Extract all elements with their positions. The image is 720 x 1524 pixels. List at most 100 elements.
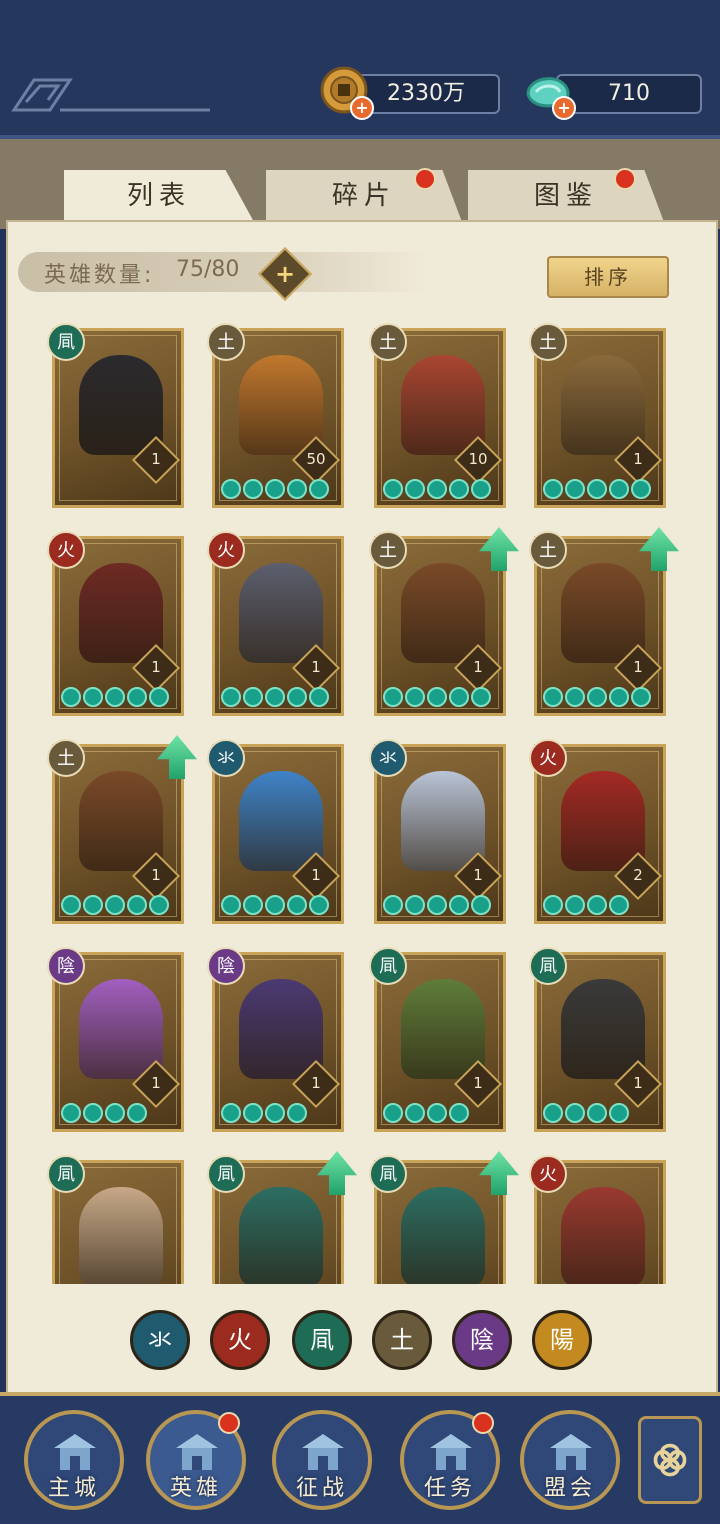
hero-card[interactable]: 凬 xyxy=(47,1155,184,1284)
jade-star-icon xyxy=(587,687,607,707)
jade-star-icon xyxy=(565,1103,585,1123)
add-jade-icon[interactable]: + xyxy=(552,96,576,120)
jade-star-icon xyxy=(287,479,307,499)
jade-star-icon xyxy=(631,687,651,707)
jade-star-icon xyxy=(61,895,81,915)
jade-star-icon xyxy=(427,895,447,915)
hero-card[interactable]: 土1 xyxy=(529,527,679,716)
more-menu-button[interactable] xyxy=(638,1416,702,1504)
nav-hero[interactable]: 英雄 xyxy=(146,1410,246,1510)
jade-star-icon xyxy=(287,687,307,707)
level-badge: 1 xyxy=(131,1059,181,1109)
jade-star-icon xyxy=(309,687,329,707)
hero-card[interactable]: 土1 xyxy=(369,527,519,716)
flower-menu-icon xyxy=(653,1443,687,1477)
jade-star-icon xyxy=(427,687,447,707)
add-coin-icon[interactable]: + xyxy=(350,96,374,120)
element-earth-icon: 土 xyxy=(369,323,407,361)
filter-yin-button[interactable]: 陰 xyxy=(452,1310,512,1370)
sort-button[interactable]: 排序 xyxy=(547,256,669,298)
nav-task-scroll[interactable]: 任务 xyxy=(400,1410,500,1510)
hero-card[interactable]: 土1 xyxy=(529,323,666,508)
battle-icon xyxy=(298,1428,348,1476)
jade-value: 710 xyxy=(608,81,650,106)
jade-star-icon xyxy=(449,1103,469,1123)
element-water-icon: 氺 xyxy=(207,739,245,777)
nav-label: 任务 xyxy=(423,1476,476,1501)
star-rating xyxy=(61,1103,147,1125)
level-value: 1 xyxy=(633,1074,643,1092)
element-wind-icon: 凬 xyxy=(369,947,407,985)
level-value: 1 xyxy=(311,658,321,676)
level-badge: 1 xyxy=(453,1059,503,1109)
nav-alliance-pavilion[interactable]: 盟会 xyxy=(520,1410,620,1510)
city-gate-icon xyxy=(50,1428,100,1476)
filter-earth-button[interactable]: 土 xyxy=(372,1310,432,1370)
star-rating xyxy=(221,895,329,917)
jade-star-icon xyxy=(127,895,147,915)
filter-yang-button[interactable]: 陽 xyxy=(532,1310,592,1370)
level-value: 1 xyxy=(473,1074,483,1092)
element-earth-icon: 土 xyxy=(369,531,407,569)
jade-star-icon xyxy=(61,1103,81,1123)
upgrade-arrow-icon xyxy=(479,1151,519,1195)
jade-star-icon xyxy=(83,895,103,915)
level-badge: 1 xyxy=(453,643,503,693)
jade-star-icon xyxy=(265,479,285,499)
star-rating xyxy=(221,479,329,501)
level-badge: 50 xyxy=(291,435,341,485)
jade-star-icon xyxy=(587,479,607,499)
coin-value: 2330万 xyxy=(387,81,465,106)
hero-card[interactable]: 土 50 xyxy=(207,323,344,508)
hero-card[interactable]: 凬1 xyxy=(529,947,666,1132)
jade-star-icon xyxy=(243,895,263,915)
hero-card[interactable]: 火2 xyxy=(529,739,666,924)
element-wind-icon: 凬 xyxy=(529,947,567,985)
hero-card[interactable]: 陰1 xyxy=(207,947,344,1132)
filter-fire-button[interactable]: 火 xyxy=(210,1310,270,1370)
notification-dot xyxy=(218,1412,240,1434)
level-value: 1 xyxy=(151,658,161,676)
jade-star-icon xyxy=(221,895,241,915)
hero-portrait xyxy=(79,1187,163,1284)
jade-star-icon xyxy=(105,895,125,915)
nav-city-gate[interactable]: 主城 xyxy=(24,1410,124,1510)
level-value: 1 xyxy=(151,450,161,468)
hero-card[interactable]: 陰1 xyxy=(47,947,184,1132)
jade-star-icon xyxy=(309,479,329,499)
jade-icon[interactable]: + xyxy=(520,64,576,120)
coin-icon[interactable]: + xyxy=(318,64,374,120)
element-earth-icon: 土 xyxy=(207,323,245,361)
hero-card[interactable]: 火1 xyxy=(47,531,184,716)
star-rating xyxy=(383,479,491,501)
hero-card[interactable]: 凬1 xyxy=(47,323,184,508)
filter-wind-button[interactable]: 凬 xyxy=(292,1310,352,1370)
jade-star-icon xyxy=(127,687,147,707)
jade-star-icon xyxy=(287,1103,307,1123)
hero-card[interactable]: 氺1 xyxy=(369,739,506,924)
jade-star-icon xyxy=(61,687,81,707)
hero-card[interactable]: 火 xyxy=(529,1155,666,1284)
hero-card[interactable]: 氺1 xyxy=(207,739,344,924)
hero-grid: 凬 1 土 50 土 10 土 1 火 1 火 1 土 1 土 1 土 1 氺 1 氺 1 火 2 陰 1 陰 1 凬 1 凬 1 凬凬凬火 xyxy=(6,310,714,1284)
hero-card[interactable]: 凬1 xyxy=(369,947,506,1132)
jade-star-icon xyxy=(427,479,447,499)
jade-star-icon xyxy=(609,1103,629,1123)
jade-star-icon xyxy=(609,895,629,915)
level-value: 1 xyxy=(633,450,643,468)
hero-card[interactable]: 凬 xyxy=(369,1151,519,1284)
level-badge: 1 xyxy=(291,1059,341,1109)
task-scroll-icon xyxy=(426,1428,476,1476)
hero-card[interactable]: 火1 xyxy=(207,531,344,716)
sort-label: 排序 xyxy=(584,265,632,289)
tab-list-label: 列表 xyxy=(126,181,191,211)
element-fire-icon: 火 xyxy=(529,1155,567,1193)
nav-battle[interactable]: 征战 xyxy=(272,1410,372,1510)
tab-list[interactable]: 列表 xyxy=(64,170,254,222)
hero-card[interactable]: 土1 xyxy=(47,735,197,924)
hero-card[interactable]: 凬 xyxy=(207,1151,357,1284)
hero-card[interactable]: 土 10 xyxy=(369,323,506,508)
star-rating xyxy=(61,895,169,917)
jade-star-icon xyxy=(83,687,103,707)
filter-water-button[interactable]: 氺 xyxy=(130,1310,190,1370)
